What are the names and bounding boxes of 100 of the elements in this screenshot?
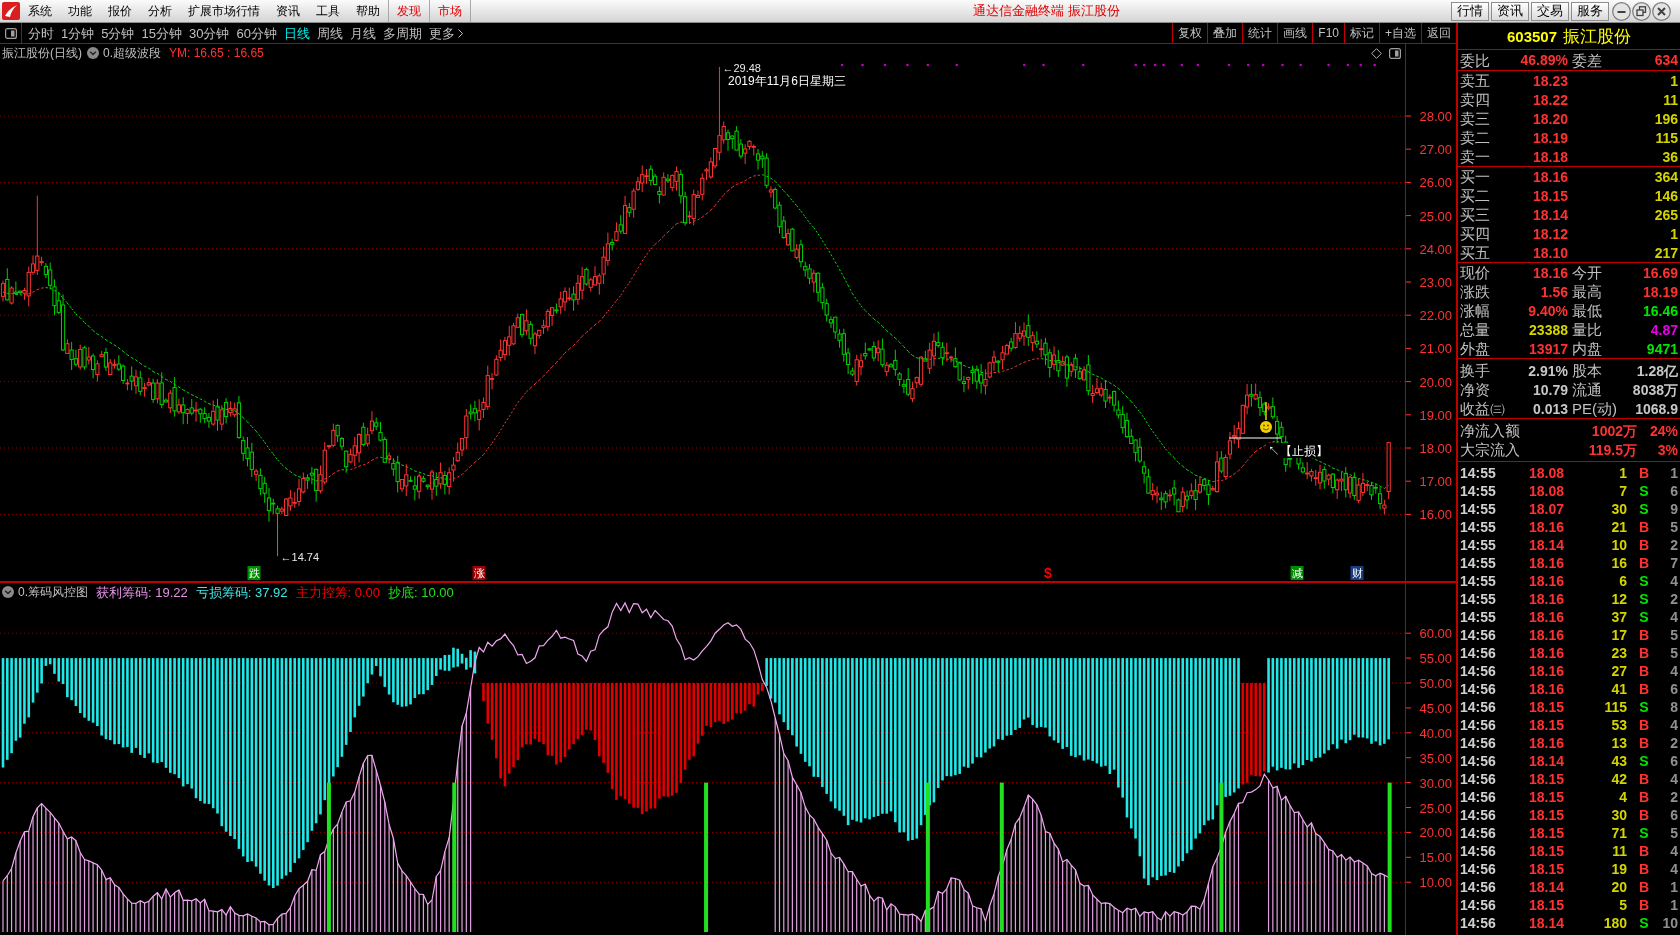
trade-time: 14:56 — [1460, 826, 1497, 840]
order-price: 18.14 — [1531, 207, 1568, 222]
menu-item[interactable]: 发现 — [388, 0, 429, 22]
chevron-down-icon[interactable] — [2, 586, 14, 598]
quote-label: 现价 — [1460, 265, 1491, 280]
event-tag: 减 — [1290, 566, 1304, 580]
order-label: 买四 — [1460, 226, 1491, 241]
menu-item[interactable]: 工具 — [308, 0, 348, 22]
period-tab[interactable]: 日线 — [283, 26, 310, 40]
panel-toggle-icon[interactable] — [4, 27, 17, 39]
trade-volume: 16 — [1610, 556, 1627, 570]
menu-item[interactable]: 系统 — [20, 0, 60, 22]
period-tab[interactable]: 多周期 — [382, 26, 422, 40]
period-tab[interactable]: 1分钟 — [61, 26, 95, 40]
period-tab[interactable]: 月线 — [349, 26, 376, 40]
trade-side: B — [1638, 538, 1650, 552]
header-button[interactable]: 资讯 — [1491, 1, 1529, 21]
period-tab[interactable]: 60分钟 — [236, 26, 277, 40]
trade-price: 18.15 — [1527, 898, 1564, 912]
quote-value: 16.46 — [1641, 303, 1678, 318]
order-price: 18.10 — [1531, 245, 1568, 260]
order-volume: 146 — [1653, 188, 1678, 203]
trade-count: 8 — [1669, 700, 1678, 714]
axis-label: 26.00 — [1419, 175, 1452, 191]
trade-price: 18.16 — [1527, 592, 1564, 606]
trade-time: 14:56 — [1460, 664, 1497, 678]
toolbar-button[interactable]: +自选 — [1379, 23, 1421, 43]
quote-label: 涨跌 — [1460, 284, 1491, 299]
trade-volume: 21 — [1610, 520, 1627, 534]
trade-count: 4 — [1669, 844, 1678, 858]
trade-count: 2 — [1669, 790, 1678, 804]
minimize-icon[interactable] — [1612, 1, 1631, 21]
quote-label: 量比 — [1572, 322, 1603, 337]
quote-label: 股本 — [1572, 363, 1603, 378]
order-price: 18.23 — [1531, 73, 1568, 88]
trade-price: 18.15 — [1527, 826, 1564, 840]
event-sign: $ — [1044, 565, 1052, 581]
trade-price: 18.07 — [1527, 502, 1564, 516]
quote-value: 9.40% — [1527, 303, 1568, 318]
trade-time: 14:55 — [1460, 520, 1497, 534]
order-price: 18.12 — [1531, 226, 1568, 241]
toolbar-button[interactable]: 复权 — [1172, 23, 1208, 43]
period-tab[interactable]: 30分钟 — [188, 26, 230, 40]
trade-side: B — [1638, 646, 1650, 660]
trade-price: 18.15 — [1527, 790, 1564, 804]
trade-volume: 12 — [1610, 592, 1627, 606]
toolbar-button[interactable]: 标记 — [1344, 23, 1379, 43]
trade-price: 18.15 — [1527, 862, 1564, 876]
axis-label: 25.00 — [1419, 208, 1452, 224]
order-volume: 36 — [1661, 149, 1678, 164]
period-tab[interactable]: 周线 — [316, 26, 343, 40]
menu-item[interactable]: 报价 — [100, 0, 140, 22]
trade-time: 14:56 — [1460, 772, 1497, 786]
header-button[interactable]: 行情 — [1451, 1, 1489, 21]
close-icon[interactable] — [1652, 1, 1671, 21]
toolbar-button[interactable]: 画线 — [1277, 23, 1313, 43]
period-tab[interactable]: 分时 — [28, 26, 54, 40]
trade-side: B — [1638, 772, 1650, 786]
toolbar-button[interactable]: F10 — [1312, 23, 1344, 43]
logo-icon — [2, 2, 20, 20]
trade-count: 5 — [1669, 826, 1678, 840]
chevron-down-icon[interactable] — [87, 47, 99, 59]
order-label: 卖三 — [1460, 111, 1491, 126]
trade-time: 14:56 — [1460, 808, 1497, 822]
menu-item[interactable]: 资讯 — [268, 0, 308, 22]
trade-volume: 20 — [1610, 880, 1627, 894]
quote-value: 9471 — [1645, 341, 1678, 356]
panel-toggle-icon[interactable] — [1389, 47, 1401, 59]
trade-count: 4 — [1669, 718, 1678, 732]
order-volume: 196 — [1653, 111, 1678, 126]
order-price: 18.20 — [1531, 111, 1568, 126]
period-tab[interactable]: 5分钟 — [101, 26, 135, 40]
order-label: 卖四 — [1460, 92, 1491, 107]
restore-icon[interactable] — [1632, 1, 1651, 21]
trade-price: 18.14 — [1527, 754, 1564, 768]
toolbar-button[interactable]: 叠加 — [1207, 23, 1243, 43]
header-button[interactable]: 服务 — [1571, 1, 1609, 21]
menu-item[interactable]: 扩展市场行情 — [180, 0, 268, 22]
more-button[interactable]: 更多 — [428, 26, 463, 40]
trade-side: B — [1638, 520, 1650, 534]
trade-side: B — [1638, 718, 1650, 732]
trade-volume: 19 — [1610, 862, 1627, 876]
trade-volume: 71 — [1610, 826, 1627, 840]
stop-loss-label: ↖【止损】 — [1267, 443, 1331, 458]
quote-label: 总量 — [1460, 322, 1491, 337]
diamond-icon[interactable] — [1371, 47, 1382, 59]
trade-count: 2 — [1669, 592, 1678, 606]
trade-count: 7 — [1669, 556, 1678, 570]
trade-side: B — [1638, 880, 1650, 894]
trade-volume: 10 — [1610, 538, 1627, 552]
menu-item[interactable]: 市场 — [429, 0, 470, 22]
period-tab[interactable]: 15分钟 — [141, 26, 182, 40]
toolbar-button[interactable]: 统计 — [1242, 23, 1278, 43]
menu-item[interactable]: 功能 — [60, 0, 100, 22]
header-button[interactable]: 交易 — [1531, 1, 1569, 21]
menu-item[interactable]: 帮助 — [348, 0, 388, 22]
trade-price: 18.08 — [1527, 466, 1564, 480]
trade-price: 18.16 — [1527, 556, 1564, 570]
axis-label: 15.00 — [1419, 850, 1452, 866]
menu-item[interactable]: 分析 — [140, 0, 180, 22]
